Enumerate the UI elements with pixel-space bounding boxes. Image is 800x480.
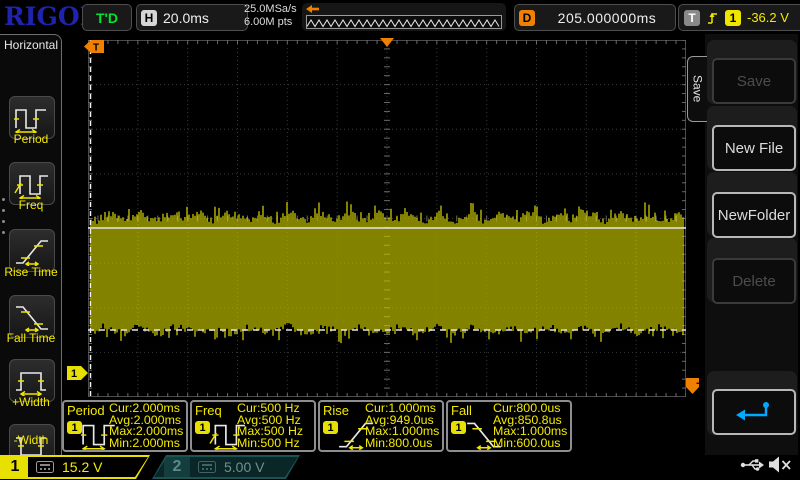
memory-waveform-preview (306, 15, 502, 29)
timebase-box: H 20.0ms (136, 4, 248, 31)
menu-button-delete[interactable]: Delete (712, 258, 796, 304)
ch1-waveform (91, 202, 683, 344)
dc-coupling-icon (36, 461, 54, 473)
memory-depth: 6.00M pts (244, 16, 297, 29)
sidebar-item-pos-width-label: +Width (0, 395, 62, 409)
trigger-key: T (684, 10, 700, 26)
sidebar-item-period-label: Period (0, 132, 62, 146)
panel-values: Cur:800.0usAvg:850.8usMax:1.000msMin:600… (493, 403, 567, 449)
trigger-delay-marker[interactable] (380, 38, 394, 47)
sidebar-title: Horizontal (4, 38, 58, 52)
delay-key: D (519, 10, 535, 26)
delay-box: D 205.000000ms (514, 4, 676, 31)
trigger-source-badge: 1 (725, 10, 741, 26)
sample-rate: 25.0MSa/s (244, 3, 297, 16)
timebase-key: H (141, 10, 157, 26)
rising-edge-icon (706, 10, 719, 26)
ch1-ground-marker[interactable]: 1 (67, 366, 88, 380)
waveform-display (88, 40, 686, 397)
sidebar-item-rise-time-label: Rise Time (0, 265, 62, 279)
channel2-number: 2 (164, 457, 190, 477)
panel-values: Cur:2.000msAvg:2.000msMax:2.000msMin:2.0… (109, 403, 183, 449)
usb-icon (740, 458, 764, 472)
channel2-indicator[interactable]: 2 5.00 V (152, 455, 300, 479)
svg-text:T: T (93, 43, 99, 54)
fall-time-icon (14, 302, 50, 332)
trigger-info-box: T 1 -36.2 V (678, 4, 800, 31)
menu-button-back[interactable] (712, 389, 796, 435)
panel-title: Freq (195, 403, 222, 418)
top-status-bar: RIGOL T'D H 20.0ms 25.0MSa/s 6.00M pts D… (0, 0, 800, 34)
measurement-panel-freq: Freq 1 Cur:500 HzAvg:500 HzMax:500 HzMin… (190, 400, 316, 452)
speaker-muted-icon (769, 456, 792, 473)
panel-channel-badge: 1 (451, 421, 466, 434)
graticule-grid (88, 40, 686, 397)
delay-value: 205.000000ms (558, 10, 657, 26)
trigger-status-label: T'D (96, 10, 118, 26)
channel1-number: 1 (2, 457, 28, 477)
panel-channel-badge: 1 (195, 421, 210, 434)
panel-title: Period (67, 403, 105, 418)
trigger-level-value: -36.2 V (747, 10, 789, 25)
menu-tab-save: Save (687, 56, 707, 122)
trigger-status-badge: T'D (82, 4, 132, 31)
menu-button-new-folder[interactable]: NewFolder (712, 192, 796, 238)
menu-button-save[interactable]: Save (712, 58, 796, 104)
panel-channel-badge: 1 (323, 421, 338, 434)
return-arrow-icon (735, 400, 773, 424)
channel2-scale: 5.00 V (224, 459, 264, 475)
trigger-level-marker[interactable]: T (686, 378, 699, 395)
menu-button-new-file[interactable]: New File (712, 125, 796, 171)
preview-zigzag-icon (307, 17, 501, 29)
dc-coupling-icon (198, 461, 216, 473)
trigger-position-marker[interactable]: T (84, 40, 104, 53)
panel-values: Cur:500 HzAvg:500 HzMax:500 HzMin:500 Hz (237, 403, 303, 449)
pos-width-icon (14, 366, 50, 396)
timebase-value: 20.0ms (163, 10, 209, 26)
panel-title: Rise (323, 403, 349, 418)
channel1-indicator[interactable]: 1 15.2 V (0, 455, 150, 479)
panel-channel-badge: 1 (67, 421, 82, 434)
svg-text:T: T (695, 381, 700, 387)
status-icons (740, 456, 792, 473)
sidebar-item-neg-width-label2: -Width (0, 433, 62, 447)
panel-title: Fall (451, 403, 472, 418)
measurement-panel-fall: Fall 1 Cur:800.0usAvg:850.8usMax:1.000ms… (446, 400, 572, 452)
channel1-scale: 15.2 V (62, 459, 102, 475)
acquisition-info: 25.0MSa/s 6.00M pts (244, 3, 297, 29)
measurement-panel-rise: Rise 1 Cur:1.000msAvg:949.0usMax:1.000ms… (318, 400, 444, 452)
panel-values: Cur:1.000msAvg:949.0usMax:1.000msMin:800… (365, 403, 439, 449)
memory-position-strip (302, 3, 506, 31)
sidebar-item-fall-time-label: Fall Time (0, 331, 62, 345)
rise-time-icon (14, 236, 50, 266)
measurement-panel-period: Period 1 Cur:2.000msAvg:2.000msMax:2.000… (62, 400, 188, 452)
window-position-arrow-icon (306, 5, 320, 13)
sidebar-item-freq-label: Freq (0, 198, 62, 212)
freq-icon (14, 169, 50, 199)
svg-text:1: 1 (71, 368, 77, 380)
period-icon (14, 103, 50, 133)
